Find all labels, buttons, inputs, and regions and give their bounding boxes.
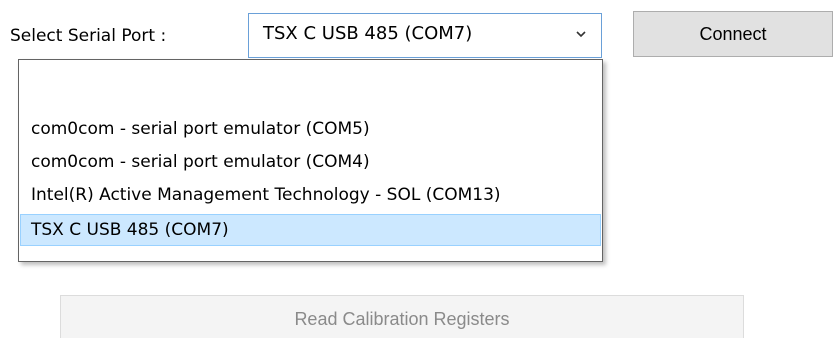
chevron-down-icon[interactable] [575, 28, 587, 40]
serial-port-combobox[interactable]: TSX C USB 485 (COM7) [248, 13, 602, 58]
serial-port-label: Select Serial Port : [10, 26, 167, 46]
connect-button[interactable]: Connect [633, 11, 833, 57]
read-calibration-registers-button[interactable]: Read Calibration Registers [60, 295, 744, 338]
dropdown-item-com4[interactable]: com0com - serial port emulator (COM4) [20, 148, 601, 177]
dropdown-empty-option[interactable] [19, 60, 602, 115]
dropdown-item-com13[interactable]: Intel(R) Active Management Technology - … [20, 181, 601, 210]
serial-port-dropdown-list: com0com - serial port emulator (COM5) co… [18, 59, 603, 262]
serial-port-selected-value: TSX C USB 485 (COM7) [263, 23, 473, 44]
dropdown-item-com5[interactable]: com0com - serial port emulator (COM5) [20, 115, 601, 144]
dropdown-item-com7[interactable]: TSX C USB 485 (COM7) [20, 214, 601, 246]
serial-port-panel: Select Serial Port : TSX C USB 485 (COM7… [0, 0, 835, 338]
